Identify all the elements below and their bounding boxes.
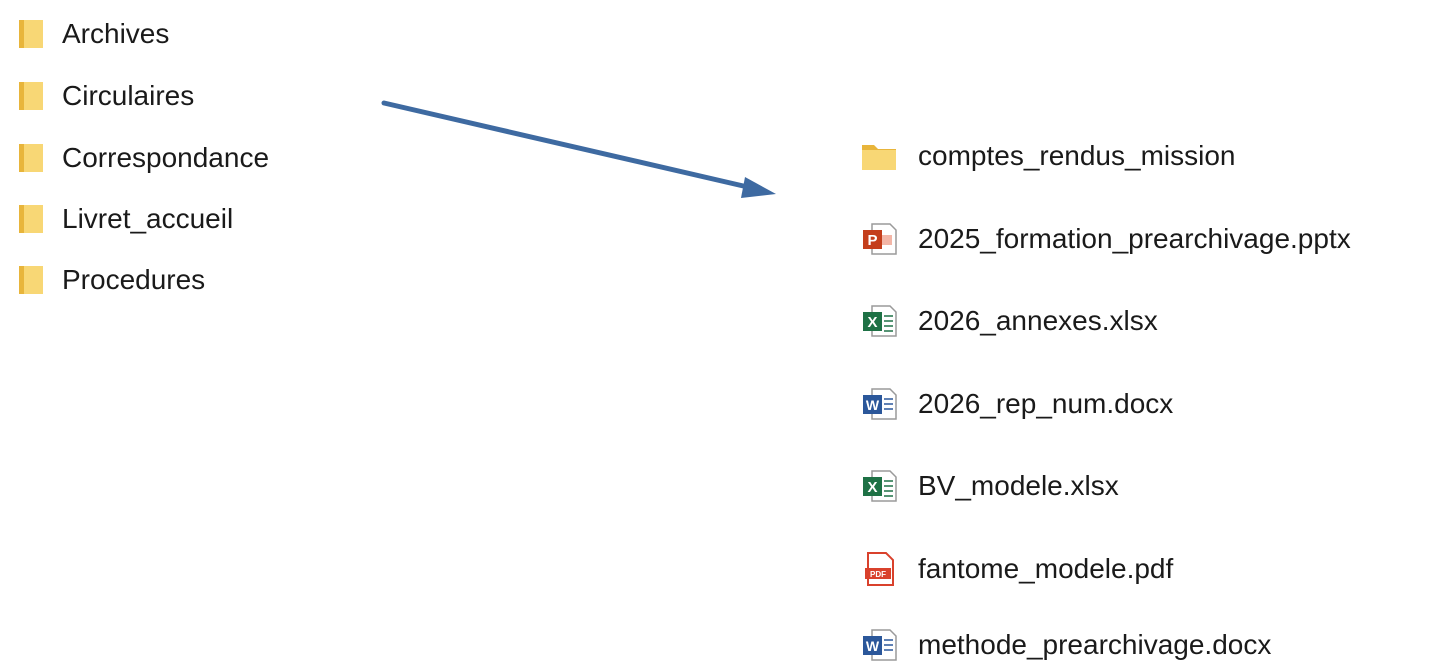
file-item-comptes-rendus-mission[interactable]: comptes_rendus_mission [855,133,1415,179]
folder-item-archives[interactable]: Archives [0,14,380,54]
file-label: 2025_formation_prearchivage.pptx [918,223,1351,254]
powerpoint-icon: P [863,223,897,255]
svg-text:PDF: PDF [870,570,886,579]
file-label: fantome_modele.pdf [918,553,1174,584]
file-item-fantome-modele[interactable]: PDF fantome_modele.pdf [855,546,1415,592]
svg-text:X: X [867,479,877,496]
folder-label: Correspondance [62,142,270,173]
file-label: methode_prearchivage.docx [918,629,1272,660]
file-item-2026-rep-num[interactable]: W 2026_rep_num.docx [855,381,1415,427]
file-label: comptes_rendus_mission [918,140,1236,171]
folder-icon [19,205,43,233]
svg-text:W: W [866,397,880,413]
folder-label: Archives [62,18,170,49]
folder-item-circulaires[interactable]: Circulaires [0,76,380,116]
file-item-2025-formation-prearchivage[interactable]: P 2025_formation_prearchivage.pptx [855,216,1415,262]
folder-icon [19,82,43,110]
folder-icon [19,266,43,294]
folder-label: Livret_accueil [62,203,234,234]
word-icon: W [863,629,897,661]
folder-item-livret-accueil[interactable]: Livret_accueil [0,199,380,239]
folder-icon [19,144,43,172]
file-item-bv-modele[interactable]: X BV_modele.xlsx [855,463,1415,509]
svg-text:W: W [866,638,880,654]
file-item-2026-annexes[interactable]: X 2026_annexes.xlsx [855,298,1415,344]
svg-text:X: X [867,314,877,331]
folder-label: Procedures [62,264,206,295]
folder-item-correspondance[interactable]: Correspondance [0,138,380,178]
folder-item-procedures[interactable]: Procedures [0,260,380,300]
folder-icon [19,20,43,48]
word-icon: W [863,388,897,420]
excel-icon: X [863,305,897,337]
file-label: 2026_rep_num.docx [918,388,1174,419]
svg-text:P: P [867,232,877,249]
pdf-icon: PDF [865,552,894,586]
file-label: 2026_annexes.xlsx [918,305,1158,336]
file-label: BV_modele.xlsx [918,470,1119,501]
file-item-methode-prearchivage[interactable]: W methode_prearchivage.docx [855,622,1415,668]
folder-label: Circulaires [62,80,195,111]
excel-icon: X [863,470,897,502]
folder-icon [862,145,896,170]
